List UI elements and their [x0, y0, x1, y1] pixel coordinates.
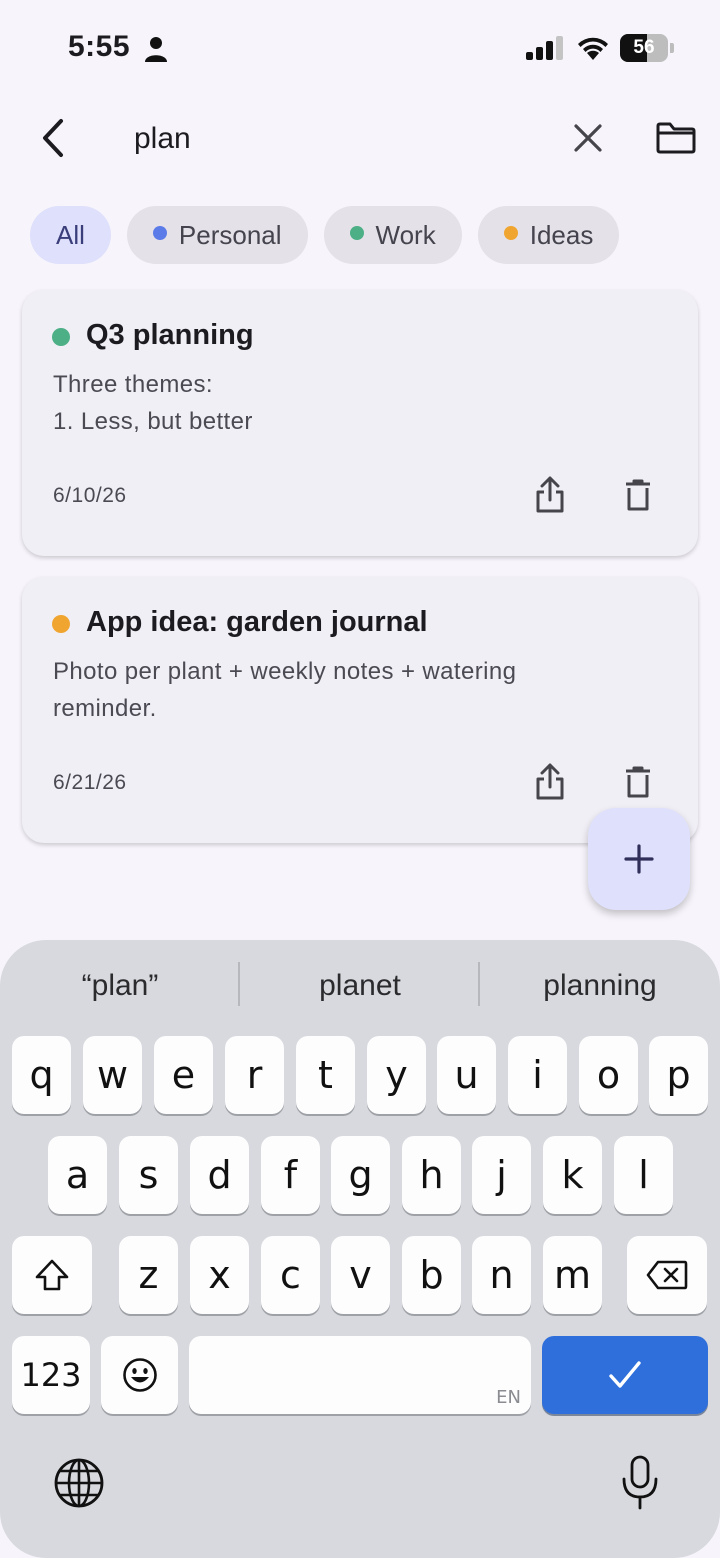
wifi-icon: [576, 34, 610, 62]
key-b[interactable]: b: [402, 1236, 461, 1314]
clear-search-button[interactable]: [562, 112, 614, 164]
delete-button[interactable]: [618, 472, 658, 518]
note-card[interactable]: App idea: garden journal Photo per plant…: [22, 577, 698, 843]
note-preview-line: Photo per plant + weekly notes + waterin…: [53, 658, 517, 685]
work-dot-icon: [349, 226, 364, 240]
note-title: App idea: garden journal: [86, 606, 428, 638]
trash-icon: [626, 766, 650, 798]
chip-ideas[interactable]: Ideas: [477, 206, 620, 264]
key-s[interactable]: s: [119, 1136, 178, 1214]
keyboard: “plan” planet planning q w e r t y u i o…: [0, 940, 720, 1558]
key-y[interactable]: y: [367, 1036, 426, 1114]
chevron-left-icon: [43, 119, 63, 157]
note-preview-line: 1. Less, but better: [53, 408, 253, 435]
share-button[interactable]: [528, 759, 572, 805]
chip-work[interactable]: Work: [323, 206, 462, 264]
search-header: [0, 100, 720, 180]
backspace-icon: [646, 1260, 688, 1290]
personal-dot-icon: [152, 226, 167, 240]
shift-icon: [35, 1259, 69, 1291]
chip-all[interactable]: All: [30, 206, 111, 264]
key-o[interactable]: o: [579, 1036, 638, 1114]
delete-button[interactable]: [618, 759, 658, 805]
ideas-dot-icon: [503, 226, 518, 240]
note-preview-line: Three themes:: [53, 371, 213, 398]
key-u[interactable]: u: [437, 1036, 496, 1114]
trash-icon: [626, 479, 650, 511]
status-time: 5:55: [68, 30, 131, 63]
language-label: EN: [496, 1387, 521, 1408]
chip-label: Personal: [178, 219, 282, 250]
chip-label: Ideas: [529, 219, 594, 250]
key-q[interactable]: q: [12, 1036, 71, 1114]
note-title: Q3 planning: [86, 319, 254, 351]
share-icon: [536, 763, 564, 800]
globe-icon: [54, 1458, 104, 1508]
key-i[interactable]: i: [508, 1036, 567, 1114]
plus-icon: [624, 844, 654, 874]
emoji-key[interactable]: [101, 1336, 178, 1414]
key-v[interactable]: v: [331, 1236, 390, 1314]
emoji-icon: [122, 1358, 157, 1392]
close-icon: [574, 124, 602, 152]
suggestion-item[interactable]: “plan”: [0, 958, 240, 1014]
key-t[interactable]: t: [296, 1036, 355, 1114]
suggestion-bar: “plan” planet planning: [0, 940, 720, 1030]
add-note-button[interactable]: [588, 808, 690, 910]
battery-level: 56: [633, 37, 655, 58]
battery-icon: 56: [620, 34, 674, 62]
key-m[interactable]: m: [543, 1236, 602, 1314]
backspace-key[interactable]: [627, 1236, 707, 1314]
chip-label: Work: [375, 219, 436, 250]
chip-personal[interactable]: Personal: [126, 206, 308, 264]
search-input[interactable]: [134, 114, 534, 164]
key-x[interactable]: x: [190, 1236, 249, 1314]
filter-chips: All Personal Work Ideas: [30, 206, 620, 264]
shift-key[interactable]: [12, 1236, 92, 1314]
key-n[interactable]: n: [472, 1236, 531, 1314]
globe-button[interactable]: [52, 1456, 106, 1510]
category-dot-icon: [52, 615, 70, 633]
category-dot-icon: [52, 328, 70, 346]
microphone-icon: [622, 1455, 658, 1510]
note-preview: Photo per plant + weekly notes + waterin…: [53, 653, 653, 727]
key-j[interactable]: j: [472, 1136, 531, 1214]
key-f[interactable]: f: [261, 1136, 320, 1214]
key-g[interactable]: g: [331, 1136, 390, 1214]
key-w[interactable]: w: [83, 1036, 142, 1114]
share-button[interactable]: [528, 472, 572, 518]
key-c[interactable]: c: [261, 1236, 320, 1314]
suggestion-item[interactable]: planet: [240, 958, 480, 1014]
note-date: 6/21/26: [53, 771, 127, 794]
key-d[interactable]: d: [190, 1136, 249, 1214]
cellular-signal-icon: [526, 36, 564, 60]
note-preview: Three themes: 1. Less, but better: [53, 366, 653, 440]
checkmark-icon: [609, 1361, 641, 1388]
suggestion-item[interactable]: planning: [480, 958, 720, 1014]
key-h[interactable]: h: [402, 1136, 461, 1214]
note-card[interactable]: Q3 planning Three themes: 1. Less, but b…: [22, 290, 698, 556]
chip-label: All: [56, 219, 85, 250]
microphone-button[interactable]: [616, 1452, 664, 1514]
person-icon: [144, 36, 168, 62]
space-key[interactable]: EN: [189, 1336, 531, 1414]
back-button[interactable]: [28, 112, 80, 164]
key-p[interactable]: p: [649, 1036, 708, 1114]
folder-icon: [656, 122, 696, 154]
status-bar: 5:55 56: [0, 0, 720, 96]
key-l[interactable]: l: [614, 1136, 673, 1214]
key-e[interactable]: e: [154, 1036, 213, 1114]
numbers-key[interactable]: 123: [12, 1336, 90, 1414]
folder-button[interactable]: [650, 112, 702, 164]
done-key[interactable]: [542, 1336, 708, 1414]
key-a[interactable]: a: [48, 1136, 107, 1214]
key-z[interactable]: z: [119, 1236, 178, 1314]
share-icon: [536, 476, 564, 513]
key-r[interactable]: r: [225, 1036, 284, 1114]
note-date: 6/10/26: [53, 484, 127, 507]
key-k[interactable]: k: [543, 1136, 602, 1214]
note-preview-line: reminder.: [53, 695, 157, 722]
